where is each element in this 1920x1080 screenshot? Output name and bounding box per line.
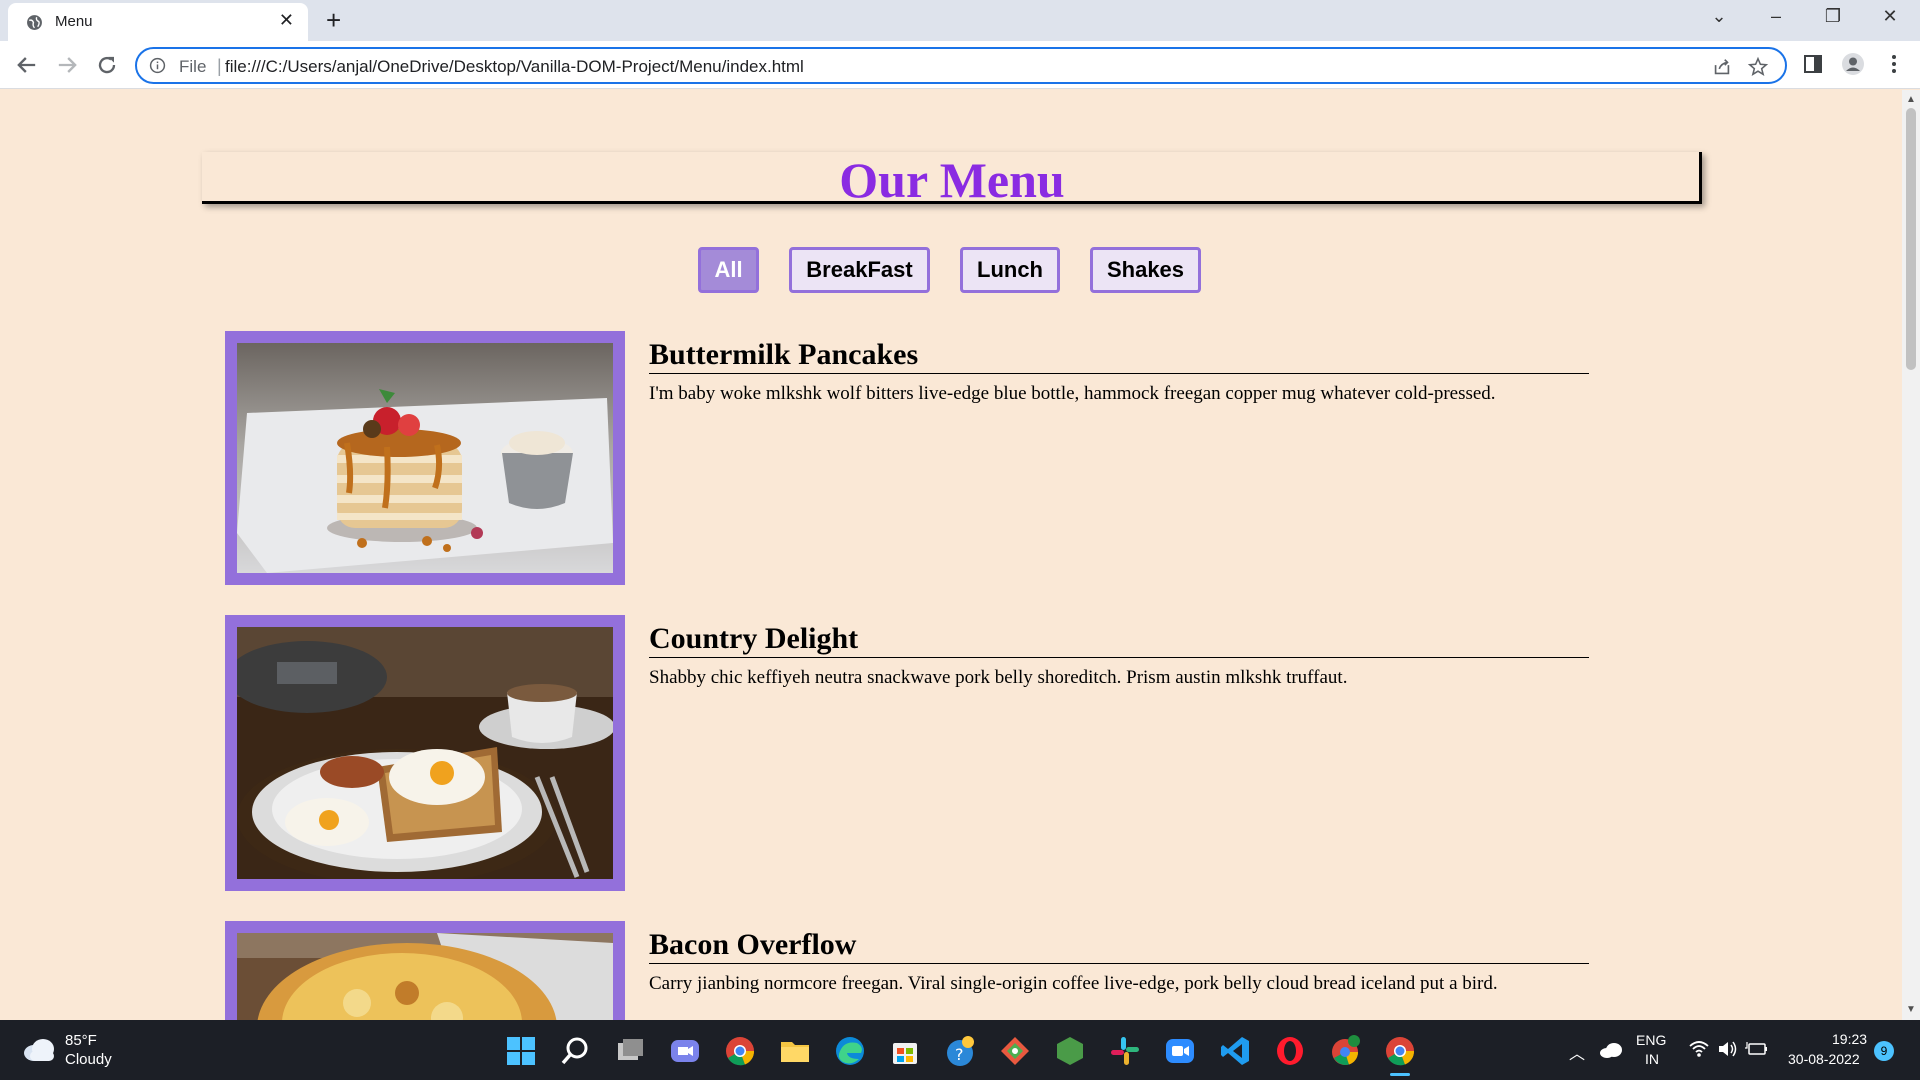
menu-item-photo-frame [225, 331, 625, 585]
chrome-profile-icon[interactable] [1328, 1034, 1362, 1068]
share-icon[interactable] [1711, 56, 1733, 78]
info-icon[interactable] [149, 57, 166, 74]
task-view-icon[interactable] [613, 1034, 647, 1068]
address-bar[interactable]: File | file:///C:/Users/anjal/OneDrive/D… [135, 47, 1787, 84]
page-title: Our Menu [839, 152, 1065, 208]
filter-breakfast-button[interactable]: BreakFast [789, 247, 930, 293]
active-app-indicator [1390, 1073, 1410, 1076]
menu-item: Bacon Overflow Carry jianbing normcore f… [225, 921, 1589, 1020]
menu-item-photo-frame [225, 921, 625, 1020]
git-tool-icon[interactable] [998, 1034, 1032, 1068]
pancakes-photo [237, 343, 613, 573]
nodejs-icon[interactable] [1053, 1034, 1087, 1068]
menu-item: Buttermilk Pancakes I'm baby woke mlkshk… [225, 331, 1589, 585]
url-divider: | [217, 56, 222, 76]
show-hidden-icons-chevron-icon[interactable]: ︿ [1569, 1040, 1585, 1064]
menu-item-info: Buttermilk Pancakes I'm baby woke mlkshk… [649, 331, 1589, 406]
restore-icon[interactable]: ❐ [1821, 6, 1845, 27]
bookmark-star-icon[interactable] [1747, 56, 1769, 78]
title-container: Our Menu [202, 152, 1702, 208]
menu-item-name: Bacon Overflow [649, 928, 1589, 964]
opera-icon[interactable] [1273, 1034, 1307, 1068]
minimize-icon[interactable]: – [1764, 6, 1788, 27]
close-window-icon[interactable]: ✕ [1878, 6, 1902, 27]
menu-item-info: Bacon Overflow Carry jianbing normcore f… [649, 921, 1589, 996]
slack-icon[interactable] [1108, 1034, 1142, 1068]
vertical-scrollbar[interactable]: ▲ ▼ [1902, 90, 1920, 1020]
tab-strip: Menu ✕ + ⌄ – ❐ ✕ [0, 0, 1920, 41]
clock-time[interactable]: 19:23 [1832, 1031, 1867, 1047]
svg-text:?: ? [955, 1045, 964, 1064]
scroll-down-arrow-icon[interactable]: ▼ [1906, 1004, 1916, 1015]
microsoft-store-icon[interactable] [888, 1034, 922, 1068]
menu-item-photo-frame [225, 615, 625, 891]
menu-item-info: Country Delight Shabby chic keffiyeh neu… [649, 615, 1589, 690]
side-panel-icon[interactable] [1801, 52, 1825, 76]
menu-item-description: Shabby chic keffiyeh neutra snackwave po… [649, 667, 1348, 688]
menu-item-name: Buttermilk Pancakes [649, 338, 1589, 374]
tab-title: Menu [55, 13, 93, 30]
forward-arrow-icon[interactable] [53, 51, 81, 79]
help-tips-icon[interactable]: ? [943, 1034, 977, 1068]
globe-icon [27, 15, 42, 30]
wifi-icon[interactable] [1688, 1040, 1710, 1058]
bacon-bake-photo [237, 933, 613, 1020]
volume-icon[interactable] [1717, 1040, 1739, 1058]
file-explorer-icon[interactable] [778, 1034, 812, 1068]
menu-page: Our Menu All BreakFast Lunch Shakes Butt… [0, 90, 1902, 1020]
close-tab-icon[interactable]: ✕ [279, 10, 294, 31]
search-icon[interactable] [558, 1034, 592, 1068]
clock-date[interactable]: 30-08-2022 [1788, 1051, 1860, 1067]
notification-count-badge[interactable]: 9 [1874, 1041, 1894, 1061]
url-scheme-label: File [179, 57, 207, 76]
filter-lunch-button[interactable]: Lunch [960, 247, 1060, 293]
filter-button-group: All BreakFast Lunch Shakes [0, 247, 1902, 295]
menu-item-description: I'm baby woke mlkshk wolf bitters live-e… [649, 383, 1496, 404]
menu-item-description: Carry jianbing normcore freegan. Viral s… [649, 973, 1498, 994]
onedrive-cloud-icon[interactable] [1599, 1042, 1623, 1058]
scroll-up-arrow-icon[interactable]: ▲ [1906, 94, 1916, 105]
windows-start-icon[interactable] [504, 1034, 538, 1068]
weather-temperature[interactable]: 85°F [65, 1032, 97, 1049]
scroll-thumb[interactable] [1906, 108, 1916, 370]
menu-item-name: Country Delight [649, 622, 1589, 658]
language-indicator-top[interactable]: ENG [1636, 1032, 1666, 1048]
more-menu-icon[interactable] [1882, 52, 1906, 76]
profile-avatar-icon[interactable] [1841, 52, 1865, 76]
zoom-icon[interactable] [1163, 1034, 1197, 1068]
browser-toolbar: File | file:///C:/Users/anjal/OneDrive/D… [0, 41, 1920, 89]
filter-all-button[interactable]: All [698, 247, 759, 293]
teams-chat-icon[interactable] [668, 1034, 702, 1068]
weather-condition[interactable]: Cloudy [65, 1051, 112, 1068]
cloud-weather-icon[interactable] [22, 1036, 56, 1062]
battery-icon[interactable] [1745, 1040, 1769, 1058]
chrome-active-icon[interactable] [1383, 1034, 1417, 1068]
menu-item: Country Delight Shabby chic keffiyeh neu… [225, 615, 1589, 891]
browser-tab[interactable]: Menu ✕ [8, 3, 308, 41]
filter-shakes-button[interactable]: Shakes [1090, 247, 1201, 293]
vscode-icon[interactable] [1218, 1034, 1252, 1068]
new-tab-icon[interactable]: + [326, 5, 341, 36]
tab-search-chevron-icon[interactable]: ⌄ [1707, 6, 1731, 27]
eggs-toast-photo [237, 627, 613, 879]
reload-icon[interactable] [93, 51, 121, 79]
chrome-icon[interactable] [723, 1034, 757, 1068]
edge-icon[interactable] [833, 1034, 867, 1068]
url-text[interactable]: file:///C:/Users/anjal/OneDrive/Desktop/… [225, 57, 804, 77]
windows-taskbar: 85°F Cloudy ? ︿ ENG IN 19:23 30-08-2022 [0, 1020, 1920, 1080]
back-arrow-icon[interactable] [13, 51, 41, 79]
language-indicator-bottom[interactable]: IN [1645, 1051, 1659, 1067]
